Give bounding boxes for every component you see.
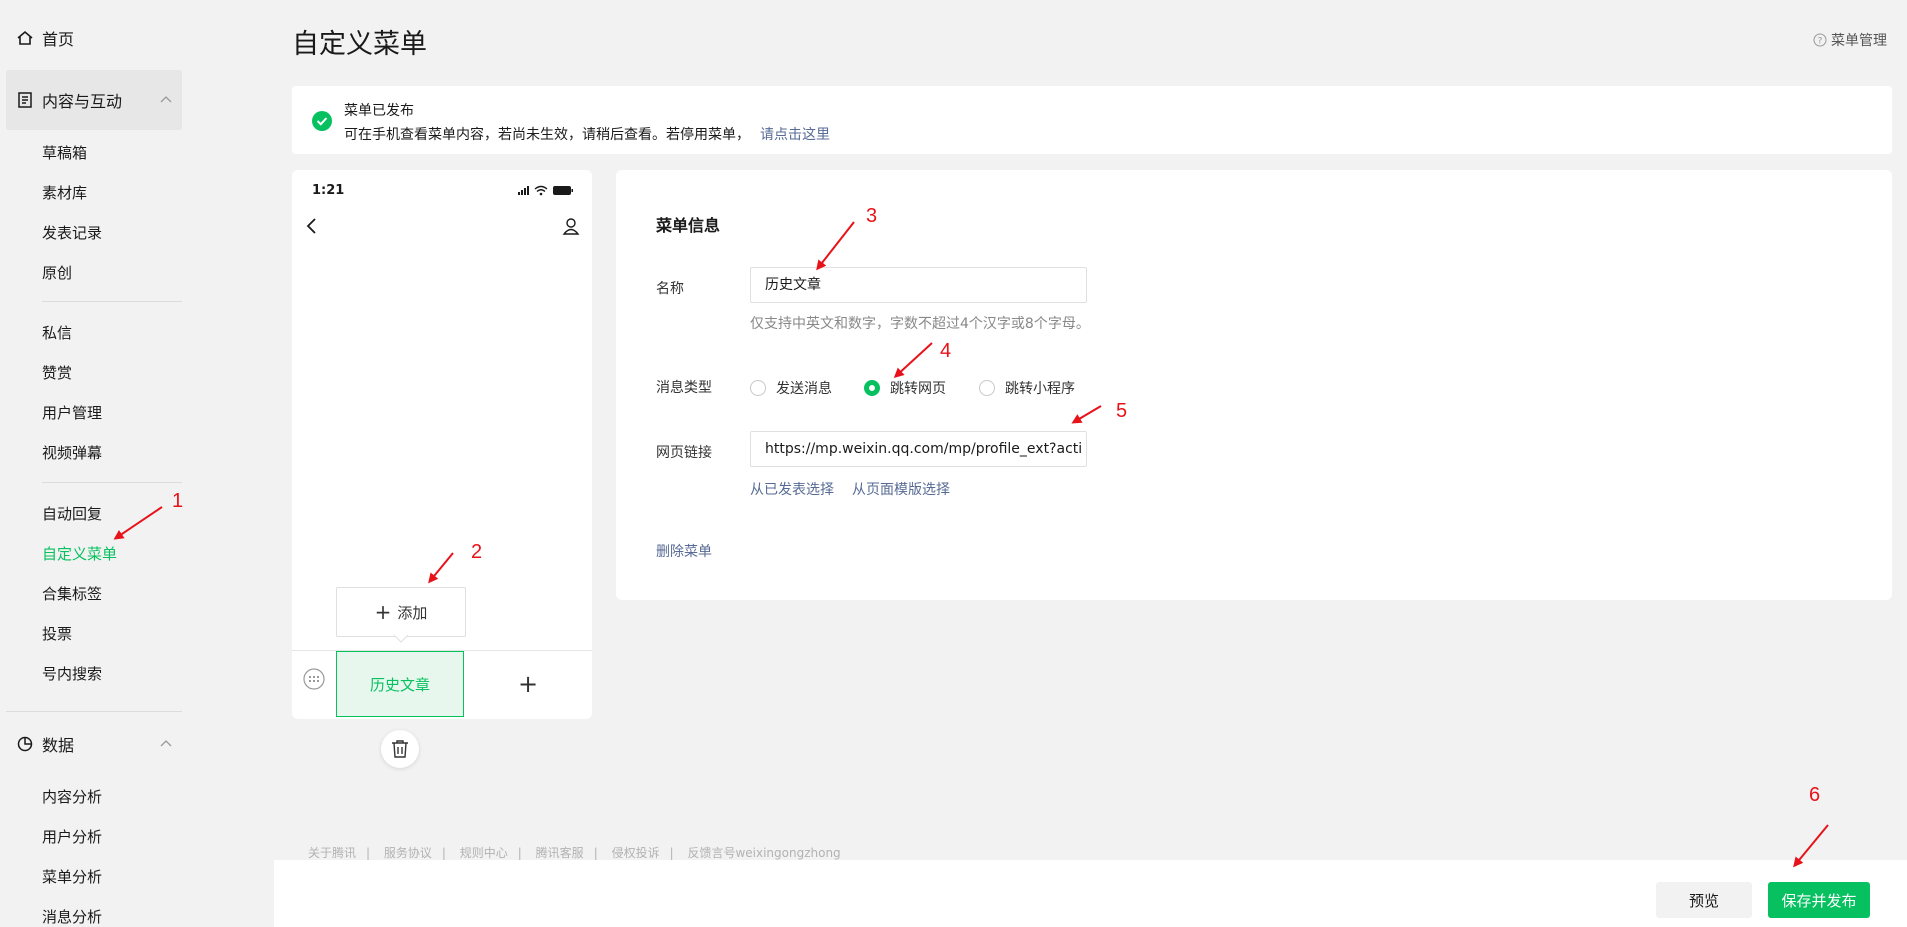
annotation-arrow-4 xyxy=(893,342,933,379)
annotation-arrow-1 xyxy=(113,506,163,540)
annotation-arrow-6 xyxy=(1793,824,1829,868)
app-root: 首页 内容与互动 草稿箱 素材库 发表记录 原创 私信 赞赏 用户管理 视频弹幕… xyxy=(0,0,1907,927)
annotation-label-4: 4 xyxy=(940,340,952,362)
annotation-arrows xyxy=(113,221,1829,868)
annotation-label-2: 2 xyxy=(471,541,483,563)
annotation-label-5: 5 xyxy=(1116,400,1128,422)
annotation-arrow-5 xyxy=(1071,405,1102,424)
annotation-arrow-3 xyxy=(816,221,855,271)
annotation-label-6: 6 xyxy=(1809,784,1821,806)
annotation-arrow-2 xyxy=(428,552,454,584)
annotation-label-1: 1 xyxy=(172,490,184,512)
annotation-label-3: 3 xyxy=(866,205,878,227)
